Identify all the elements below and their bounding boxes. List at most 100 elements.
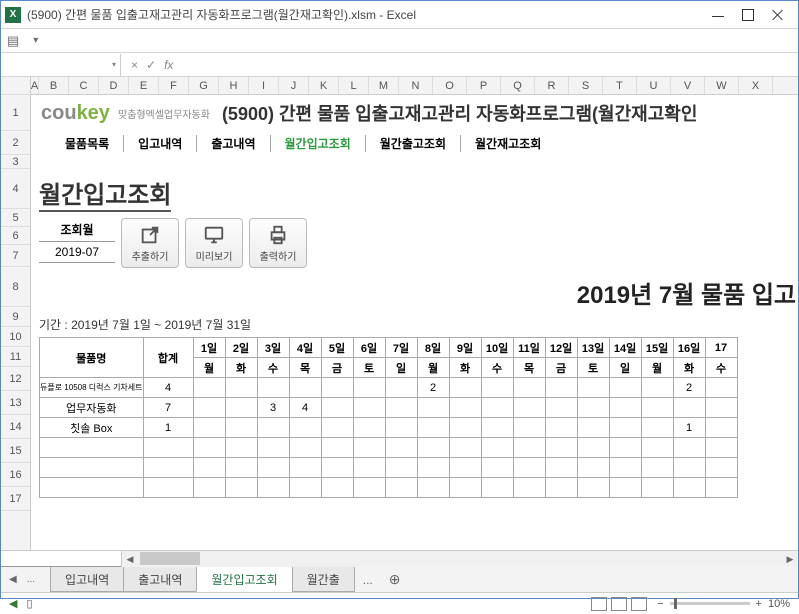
nav-item[interactable]: 월간출고조회 [366, 135, 461, 152]
zoom-slider[interactable] [670, 602, 750, 605]
control-row: 조회월 2019-07 추출하기 미리보기 출력하기 [31, 218, 798, 272]
row-header[interactable]: 11 [1, 347, 30, 367]
row-header[interactable]: 12 [1, 367, 30, 391]
nav-item[interactable]: 물품목록 [51, 135, 124, 152]
nav-item[interactable]: 월간재고조회 [461, 135, 555, 152]
column-header[interactable]: C [69, 77, 99, 94]
column-header[interactable]: V [671, 77, 705, 94]
row-header[interactable]: 1 [1, 95, 30, 131]
quick-access-toolbar: ▤ ▾ [1, 29, 798, 53]
column-header[interactable]: B [39, 77, 69, 94]
zoom-out-icon[interactable]: − [657, 598, 663, 610]
column-header[interactable]: U [637, 77, 671, 94]
brand-logo: coukey [41, 102, 110, 125]
row-header[interactable]: 15 [1, 439, 30, 463]
column-header[interactable]: E [129, 77, 159, 94]
brand-tagline: 맞춤형엑셀업무자동화 [118, 106, 210, 121]
column-header[interactable]: K [309, 77, 339, 94]
row-header[interactable]: 8 [1, 267, 30, 307]
column-header[interactable]: O [433, 77, 467, 94]
column-header[interactable]: I [249, 77, 279, 94]
row-header[interactable]: 9 [1, 307, 30, 327]
ribbon-collapse-icon[interactable]: ▤ [7, 33, 19, 49]
tab-ellipsis-right[interactable]: ... [355, 573, 381, 587]
nav-row: 물품목록입고내역출고내역월간입고조회월간출고조회월간재고조회 [31, 131, 798, 155]
column-header[interactable]: D [99, 77, 129, 94]
column-header[interactable]: X [739, 77, 773, 94]
table-row: 업무자동화734 [40, 398, 738, 418]
record-nav-icon[interactable]: ◀ [9, 598, 17, 610]
column-header[interactable]: T [603, 77, 637, 94]
row-header[interactable]: 16 [1, 463, 30, 487]
add-sheet-button[interactable]: ⊕ [381, 571, 409, 588]
row-header[interactable]: 3 [1, 155, 30, 169]
tab-first-icon[interactable]: ◀ [9, 574, 17, 585]
select-all-triangle[interactable] [1, 77, 30, 95]
sheet-tab[interactable]: 월간입고조회 [196, 567, 292, 592]
hscroll-area: ◀ ▶ [1, 550, 798, 566]
cancel-icon[interactable]: × [131, 58, 138, 72]
sheet-tabs-bar: ◀ ... 입고내역출고내역월간입고조회월간출 ... ⊕ [1, 566, 798, 592]
nav-item[interactable]: 월간입고조회 [271, 135, 366, 152]
row-header[interactable]: 13 [1, 391, 30, 415]
tab-ellipsis-left[interactable]: ... [19, 574, 43, 585]
window-controls [712, 9, 794, 21]
page-title-row: 월간입고조회 [31, 169, 798, 218]
row-header[interactable]: 6 [1, 227, 30, 245]
sheet-tab[interactable]: 입고내역 [50, 567, 124, 592]
row-header[interactable]: 17 [1, 487, 30, 511]
column-header[interactable]: S [569, 77, 603, 94]
row-header[interactable]: 2 [1, 131, 30, 155]
titlebar: X (5900) 간편 물품 입출고재고관리 자동화프로그램(월간재고확인).x… [1, 1, 798, 29]
column-header[interactable]: M [369, 77, 399, 94]
column-header[interactable]: W [705, 77, 739, 94]
maximize-button[interactable] [742, 9, 754, 21]
record-macro-icon[interactable]: ▯ [27, 598, 33, 610]
query-month-box: 조회월 2019-07 [39, 218, 115, 263]
nav-item[interactable]: 출고내역 [197, 135, 270, 152]
extract-button[interactable]: 추출하기 [121, 218, 179, 268]
sheet-content[interactable]: ABCDEFGHIJKLMNOPQRSTUVWX coukey 맞춤형엑셀업무자… [31, 77, 798, 550]
row-header[interactable]: 10 [1, 327, 30, 347]
print-button[interactable]: 출력하기 [249, 218, 307, 268]
query-value[interactable]: 2019-07 [39, 242, 115, 263]
row-header[interactable]: 4 [1, 169, 30, 209]
column-header[interactable]: N [399, 77, 433, 94]
column-header[interactable]: F [159, 77, 189, 94]
row-header[interactable]: 7 [1, 245, 30, 267]
horizontal-scrollbar[interactable]: ◀ ▶ [121, 551, 798, 567]
qat-customize-icon[interactable]: ▾ [33, 35, 38, 46]
column-header[interactable]: Q [501, 77, 535, 94]
zoom-in-icon[interactable]: + [756, 598, 762, 610]
column-header[interactable]: P [467, 77, 501, 94]
sheet-tab[interactable]: 월간출 [292, 567, 355, 592]
column-header[interactable]: A [31, 77, 39, 94]
sheet-tab[interactable]: 출고내역 [123, 567, 197, 592]
fx-icon[interactable]: fx [164, 58, 173, 72]
excel-icon: X [5, 7, 21, 23]
column-header[interactable]: H [219, 77, 249, 94]
close-button[interactable] [772, 9, 784, 21]
sheet-tabs: 입고내역출고내역월간입고조회월간출 [51, 567, 355, 592]
page-title: 월간입고조회 [39, 175, 171, 212]
document-headline: (5900) 간편 물품 입출고재고관리 자동화프로그램(월간재고확인 [222, 100, 697, 126]
column-header[interactable]: R [535, 77, 569, 94]
scroll-right-icon[interactable]: ▶ [782, 551, 798, 567]
zoom-percent[interactable]: 10% [768, 598, 790, 610]
enter-icon[interactable]: ✓ [146, 58, 156, 72]
nav-item[interactable]: 입고내역 [124, 135, 197, 152]
column-header[interactable]: L [339, 77, 369, 94]
data-table: 물품명합계1일2일3일4일5일6일7일8일9일10일11일12일13일14일15… [39, 337, 738, 498]
table-row [40, 478, 738, 498]
cells-content: coukey 맞춤형엑셀업무자동화 (5900) 간편 물품 입출고재고관리 자… [31, 95, 798, 498]
column-header[interactable]: J [279, 77, 309, 94]
column-header[interactable]: G [189, 77, 219, 94]
scroll-thumb[interactable] [140, 552, 200, 565]
preview-button[interactable]: 미리보기 [185, 218, 243, 268]
scroll-left-icon[interactable]: ◀ [122, 551, 138, 567]
formula-area[interactable]: × ✓ fx [121, 58, 173, 72]
row-header[interactable]: 14 [1, 415, 30, 439]
row-header[interactable]: 5 [1, 209, 30, 227]
name-box[interactable]: ▾ [1, 54, 121, 76]
minimize-button[interactable] [712, 9, 724, 21]
